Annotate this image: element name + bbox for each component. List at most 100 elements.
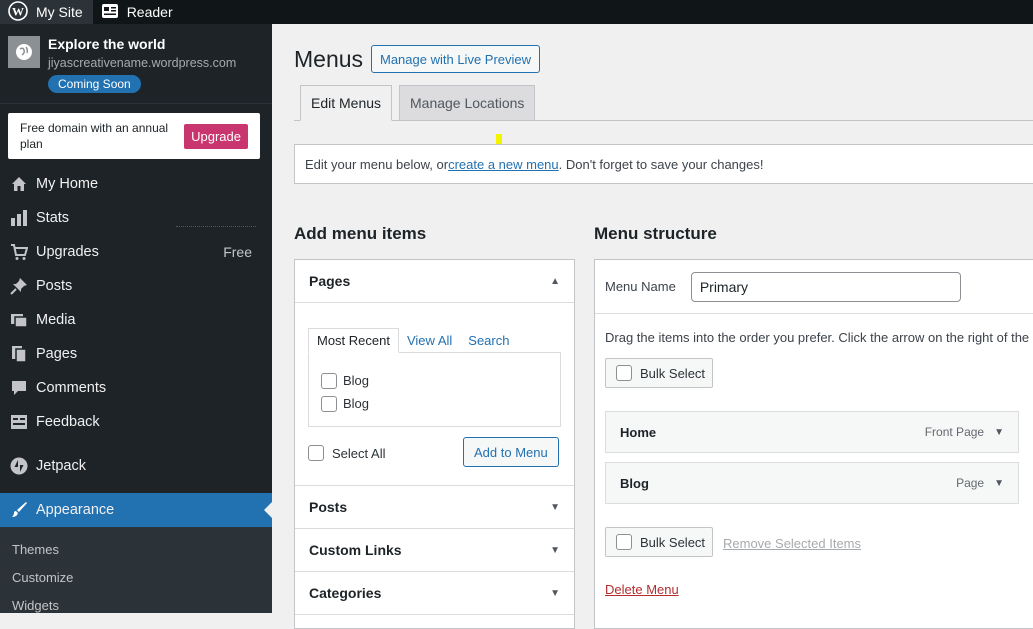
- sidebar-item-upgrades[interactable]: Upgrades Free: [0, 235, 272, 269]
- bulk-select-checkbox[interactable]: [616, 365, 632, 381]
- menu-item-title: Home: [620, 424, 657, 440]
- sidebar-item-my-home[interactable]: My Home: [0, 167, 272, 201]
- categories-accordion-title: Categories: [309, 585, 382, 601]
- sidebar-item-label: My Home: [36, 176, 99, 192]
- pages-accordion-header[interactable]: Pages ▲: [295, 260, 574, 303]
- home-icon: [10, 175, 28, 193]
- bulk-select-label: Bulk Select: [640, 534, 706, 550]
- submenu-item-customize[interactable]: Customize: [0, 563, 272, 591]
- sidebar-item-media[interactable]: Media: [0, 303, 272, 337]
- sidebar-item-comments[interactable]: Comments: [0, 371, 272, 405]
- bulk-select-top[interactable]: Bulk Select: [605, 358, 713, 388]
- chevron-down-icon[interactable]: ▼: [994, 427, 1004, 438]
- bulk-select-checkbox[interactable]: [616, 534, 632, 550]
- main-content: Menus Manage with Live Preview Edit Menu…: [272, 24, 1033, 629]
- select-all-checkbox[interactable]: [308, 445, 324, 461]
- live-preview-button[interactable]: Manage with Live Preview: [371, 45, 541, 73]
- add-to-menu-button[interactable]: Add to Menu: [463, 437, 559, 467]
- page-checkbox[interactable]: [321, 372, 337, 389]
- media-icon: [10, 311, 28, 329]
- feedback-icon: [10, 413, 28, 431]
- pages-list: Blog Blog: [308, 352, 561, 427]
- pages-accordion-title: Pages: [309, 273, 351, 289]
- my-site-button[interactable]: W My Site: [0, 0, 93, 24]
- tab-most-recent[interactable]: Most Recent: [308, 328, 399, 353]
- page-title: Menus: [294, 46, 364, 72]
- pages-accordion-body: Most Recent View All Search Blog Blog Se…: [295, 303, 574, 486]
- pages-tabs: Most Recent View All Search: [308, 328, 517, 353]
- menu-name-input[interactable]: Primary: [690, 271, 961, 302]
- remove-selected-items-link[interactable]: Remove Selected Items: [723, 536, 861, 551]
- upgrade-promo: Free domain with an annual plan Upgrade: [8, 113, 260, 159]
- sidebar-item-appearance[interactable]: Appearance: [0, 493, 272, 527]
- sidebar-item-label: Media: [36, 312, 76, 328]
- select-all-label: Select All: [332, 445, 386, 461]
- tab-manage-locations[interactable]: Manage Locations: [399, 85, 536, 121]
- submenu-item-themes[interactable]: Themes: [0, 535, 272, 563]
- sidebar-item-pages[interactable]: Pages: [0, 337, 272, 371]
- drag-instructions: Drag the items into the order you prefer…: [605, 330, 1030, 345]
- menu-item-title: Blog: [620, 475, 649, 491]
- menu-item-home[interactable]: Home Front Page ▼: [605, 411, 1019, 453]
- page-checkbox[interactable]: [321, 395, 337, 412]
- chevron-down-icon[interactable]: ▼: [994, 478, 1004, 489]
- delete-menu-link[interactable]: Delete Menu: [605, 582, 679, 597]
- menu-tabs: Edit Menus Manage Locations: [294, 85, 1033, 121]
- sidebar-item-label: Jetpack: [36, 458, 86, 474]
- menu-name-label: Menu Name: [605, 279, 676, 294]
- appearance-submenu: Themes Customize Widgets: [0, 527, 272, 613]
- sidebar-item-label: Appearance: [36, 502, 115, 518]
- submenu-item-widgets[interactable]: Widgets: [0, 591, 272, 613]
- reader-button[interactable]: Reader: [93, 0, 183, 24]
- upgrade-button[interactable]: Upgrade: [184, 123, 248, 149]
- notice-text-before: Edit your menu below, or: [305, 156, 449, 172]
- sidebar-item-label: Pages: [36, 346, 78, 362]
- sidebar-item-posts[interactable]: Posts: [0, 269, 272, 303]
- chevron-down-icon: ▼: [550, 544, 560, 556]
- categories-accordion-header[interactable]: Categories ▼: [295, 572, 574, 615]
- posts-accordion-header[interactable]: Posts ▼: [295, 486, 574, 529]
- pages-icon: [10, 345, 28, 363]
- menu-structure-panel: Menu Name Primary Drag the items into th…: [594, 259, 1033, 629]
- sidebar-item-label: Comments: [36, 380, 107, 396]
- top-bar: W My Site Reader: [0, 0, 1033, 24]
- menu-item-blog[interactable]: Blog Page ▼: [605, 462, 1019, 504]
- custom-links-accordion-header[interactable]: Custom Links ▼: [295, 529, 574, 572]
- site-card[interactable]: Explore the world jiyascreativename.word…: [0, 24, 272, 104]
- sidebar-item-label: Feedback: [36, 414, 100, 430]
- chevron-down-icon: ▼: [550, 587, 560, 599]
- upgrades-badge: Free: [223, 244, 252, 260]
- coming-soon-badge: Coming Soon: [48, 75, 141, 93]
- menu-name-row: Menu Name Primary: [595, 260, 1033, 314]
- tab-search[interactable]: Search: [460, 328, 517, 353]
- add-menu-items-heading: Add menu items: [294, 224, 427, 243]
- globe-icon: [8, 36, 40, 68]
- select-all-row[interactable]: Select All: [308, 445, 385, 461]
- list-item[interactable]: Blog: [309, 369, 560, 392]
- menu-item-type: Front Page: [924, 425, 985, 439]
- svg-text:W: W: [12, 4, 24, 18]
- sidebar-item-stats[interactable]: Stats: [0, 201, 272, 235]
- site-url: jiyascreativename.wordpress.com: [48, 56, 237, 70]
- my-site-label: My Site: [36, 4, 83, 20]
- sidebar-item-feedback[interactable]: Feedback: [0, 405, 272, 439]
- sidebar-item-jetpack[interactable]: Jetpack: [0, 449, 272, 483]
- sidebar-item-label: Upgrades: [36, 244, 99, 260]
- sidebar-nav: My Home Stats Upgrades Free Posts Media …: [0, 167, 272, 613]
- menu-item-type-wrap: Front Page ▼: [925, 425, 1004, 439]
- list-item[interactable]: Blog: [309, 392, 560, 415]
- tab-view-all[interactable]: View All: [399, 328, 460, 353]
- comment-icon: [10, 379, 28, 397]
- bulk-select-label: Bulk Select: [640, 365, 706, 381]
- sidebar: Explore the world jiyascreativename.word…: [0, 24, 272, 613]
- create-new-menu-link[interactable]: create a new menu: [448, 157, 559, 172]
- tab-edit-menus[interactable]: Edit Menus: [300, 85, 393, 121]
- reader-icon: [101, 3, 119, 22]
- stats-sparkline: [176, 226, 256, 227]
- bulk-select-bottom[interactable]: Bulk Select: [605, 527, 713, 557]
- page-label: Blog: [343, 373, 370, 388]
- pin-icon: [10, 277, 28, 295]
- promo-text: Free domain with an annual plan: [20, 121, 169, 151]
- notice-text-after: . Don't forget to save your changes!: [558, 156, 764, 172]
- reader-label: Reader: [126, 4, 173, 20]
